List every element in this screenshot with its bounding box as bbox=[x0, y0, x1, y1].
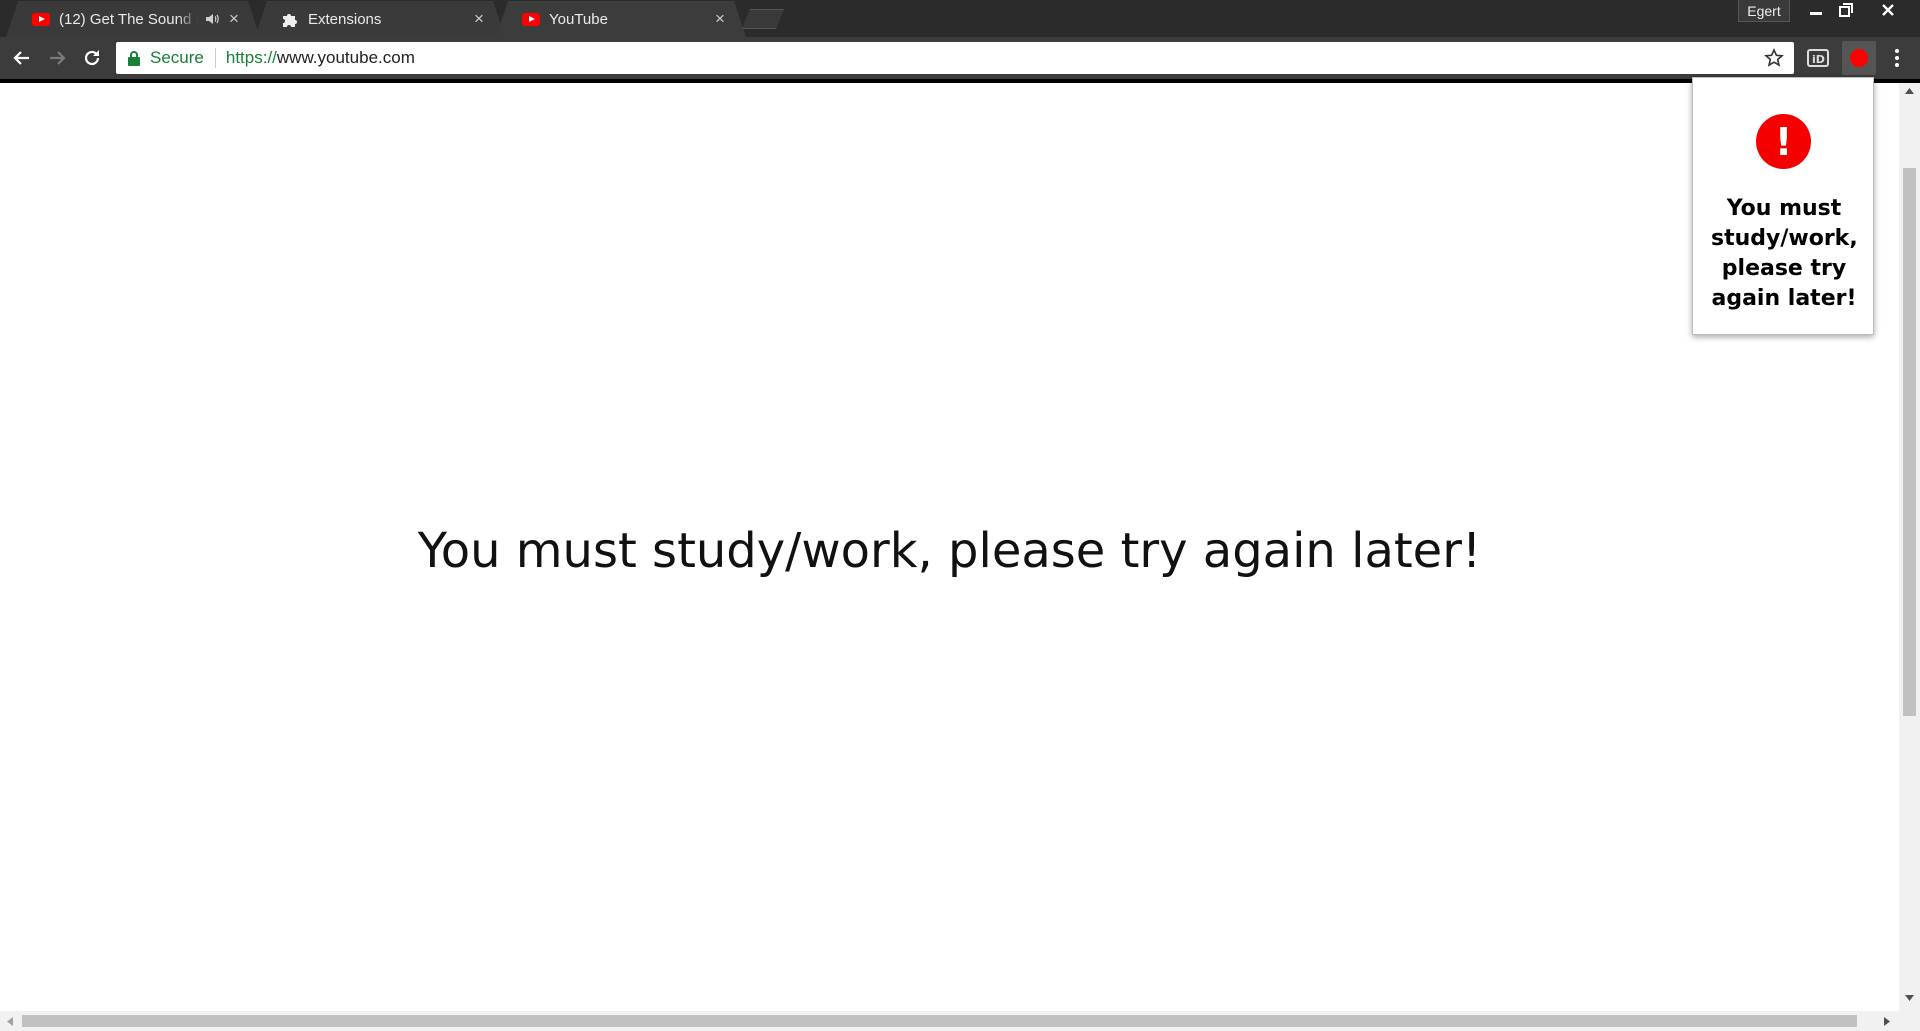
block-message: You must study/work, please try again la… bbox=[417, 523, 1482, 579]
horizontal-scroll-thumb[interactable] bbox=[22, 1015, 1857, 1027]
address-bar[interactable]: Secure https:// www.youtube.com bbox=[116, 42, 1794, 74]
secure-label: Secure bbox=[150, 48, 204, 67]
page-content: You must study/work, please try again la… bbox=[0, 83, 1899, 1011]
tab-close-icon[interactable]: × bbox=[471, 11, 487, 27]
puzzle-icon bbox=[281, 10, 299, 28]
forward-icon[interactable] bbox=[43, 44, 71, 72]
extension-popup: ! You must study/work, please try again … bbox=[1692, 77, 1874, 335]
tab-title: YouTube bbox=[549, 10, 608, 28]
restore-icon[interactable] bbox=[1826, 0, 1866, 20]
blocker-extension-icon[interactable] bbox=[1842, 41, 1876, 75]
url-host: www.youtube.com bbox=[276, 48, 415, 67]
tab-close-icon[interactable]: × bbox=[226, 11, 242, 27]
tab-extensions[interactable]: Extensions × bbox=[255, 1, 505, 37]
new-tab-button[interactable] bbox=[742, 9, 784, 29]
speaker-icon[interactable] bbox=[204, 11, 220, 27]
scroll-down-icon[interactable] bbox=[1905, 995, 1914, 1001]
tab-title: (12) Get The Sound R bbox=[59, 10, 198, 28]
vertical-scrollbar[interactable] bbox=[1899, 83, 1920, 1011]
popup-message: You must study/work, please try again la… bbox=[1711, 196, 1858, 311]
url-scheme: https:// bbox=[225, 48, 277, 67]
browser-toolbar: Secure https:// www.youtube.com iD bbox=[0, 37, 1920, 79]
horizontal-scrollbar[interactable] bbox=[0, 1011, 1899, 1031]
svg-text:iD: iD bbox=[1812, 53, 1825, 66]
tab-close-icon[interactable]: × bbox=[712, 11, 728, 27]
scrollbar-corner bbox=[1899, 1011, 1920, 1031]
menu-kebab-icon[interactable] bbox=[1884, 45, 1910, 71]
scroll-right-icon[interactable] bbox=[1884, 1017, 1890, 1026]
tab-strip: (12) Get The Sound R × Extensions × YouT… bbox=[0, 0, 1920, 37]
lock-icon bbox=[128, 50, 142, 66]
scroll-left-icon[interactable] bbox=[7, 1017, 13, 1026]
vertical-scroll-thumb[interactable] bbox=[1903, 168, 1916, 716]
close-window-icon[interactable] bbox=[1868, 0, 1908, 20]
tab-get-the-sound[interactable]: (12) Get The Sound R × bbox=[6, 1, 260, 37]
alert-icon: ! bbox=[1756, 114, 1811, 169]
tab-youtube[interactable]: YouTube × bbox=[496, 1, 746, 37]
tab-title: Extensions bbox=[308, 10, 382, 28]
profile-button[interactable]: Egert bbox=[1738, 0, 1790, 22]
youtube-icon bbox=[522, 10, 540, 28]
red-dot-icon bbox=[1850, 49, 1868, 67]
scroll-up-icon[interactable] bbox=[1905, 88, 1914, 94]
id-extension-icon[interactable]: iD bbox=[1805, 45, 1831, 71]
youtube-icon bbox=[32, 10, 50, 28]
reload-icon[interactable] bbox=[78, 44, 106, 72]
bookmark-star-icon[interactable] bbox=[1764, 48, 1784, 68]
back-icon[interactable] bbox=[8, 44, 36, 72]
divider bbox=[214, 48, 216, 68]
